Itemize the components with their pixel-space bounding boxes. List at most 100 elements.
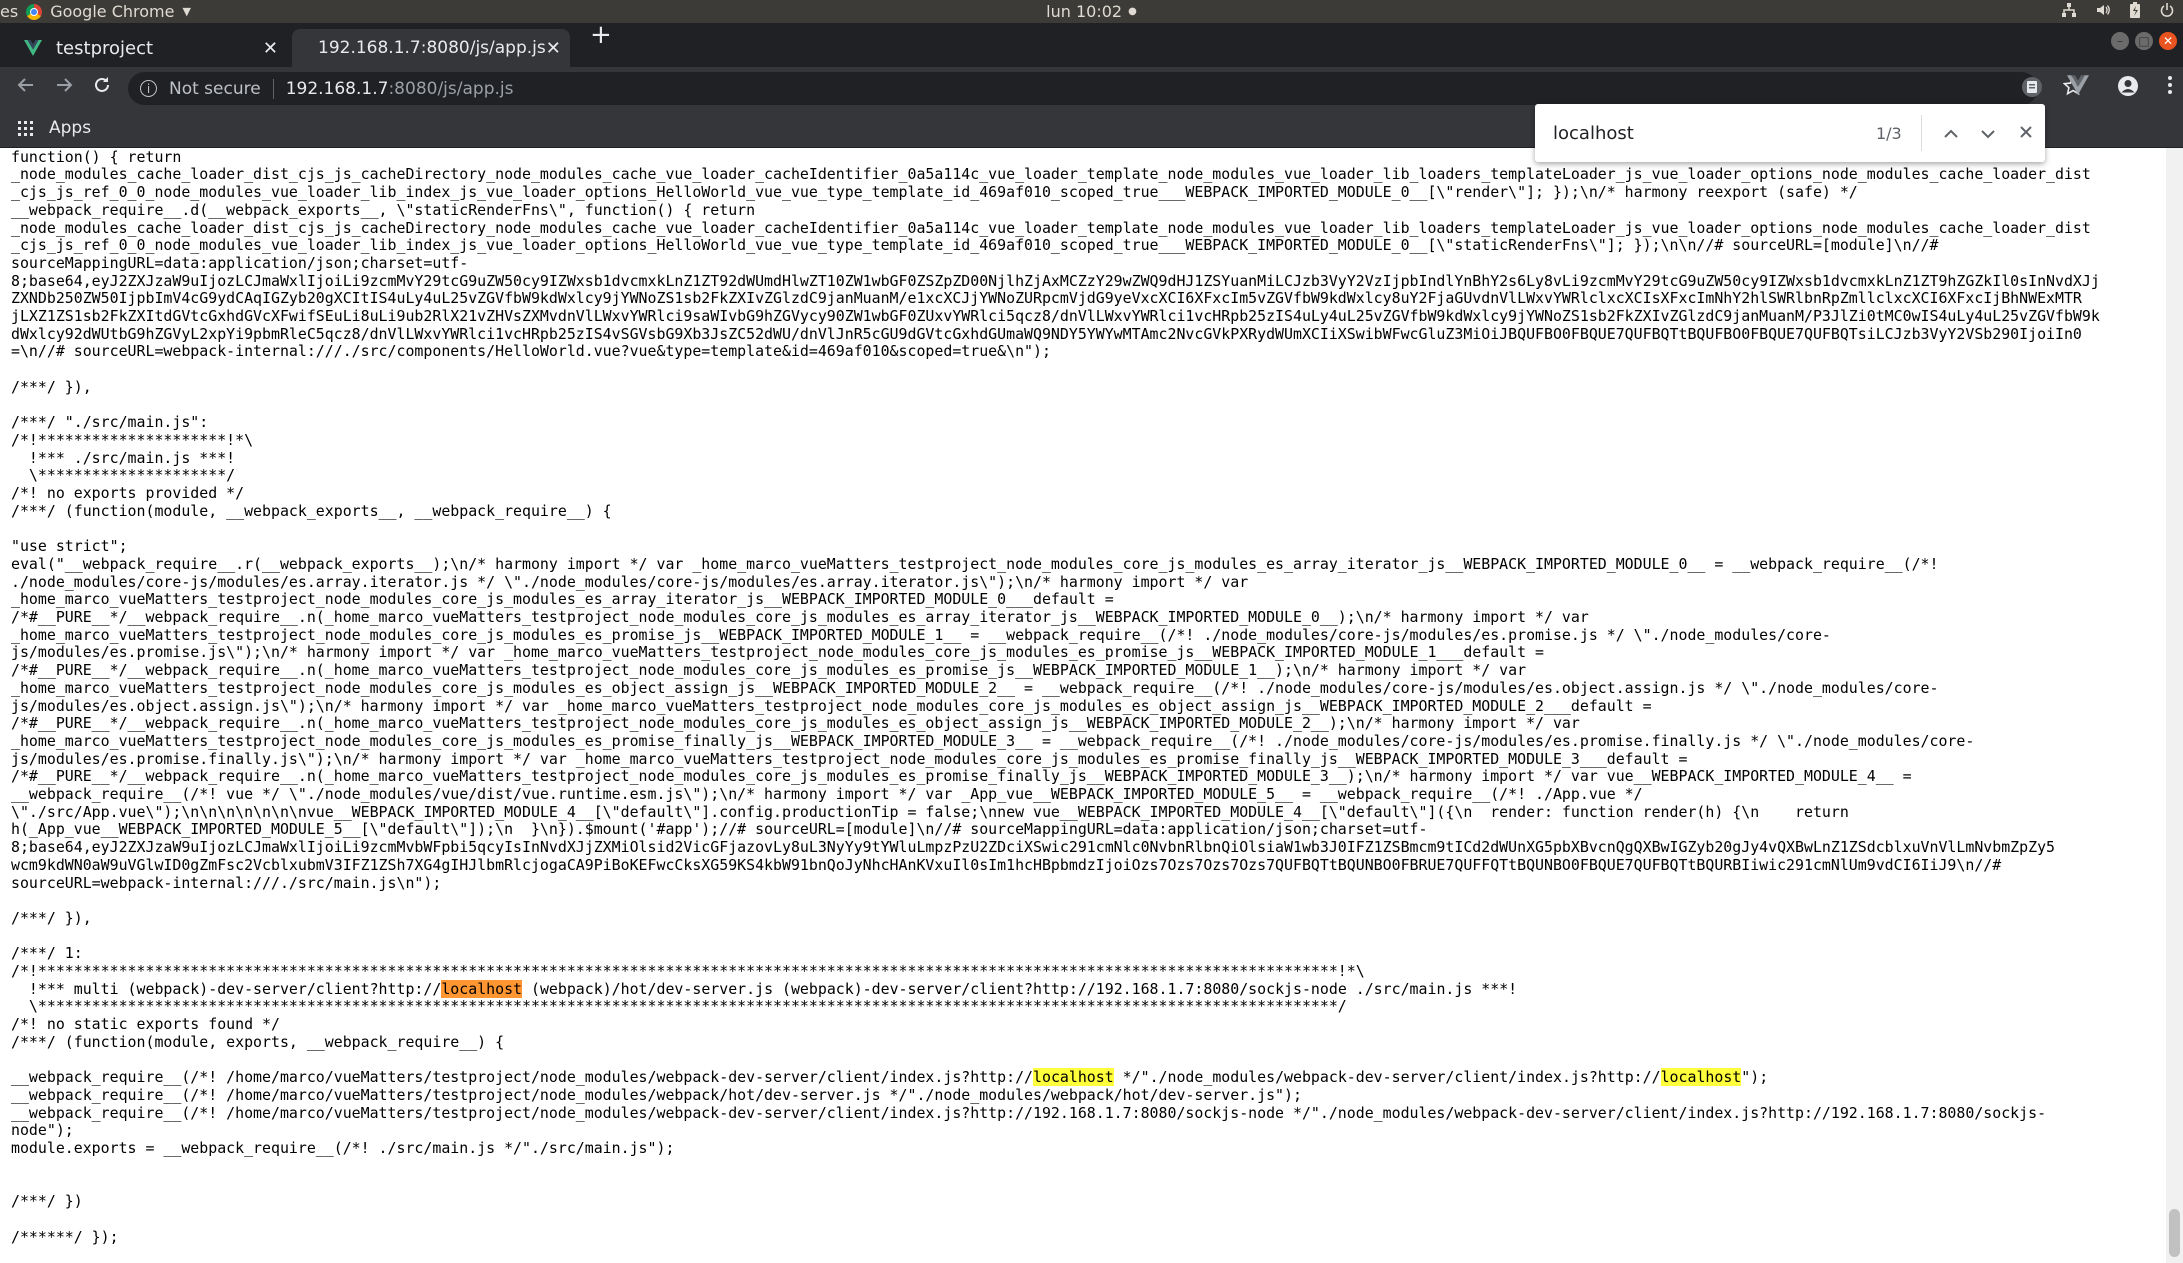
translate-icon[interactable] — [2021, 76, 2043, 103]
code-text: /******/ }); — [11, 1227, 119, 1246]
code-text: /*#__PURE__*/__webpack_require__.n(_home… — [11, 767, 1912, 786]
code-line: __webpack_require__.d(__webpack_exports_… — [11, 201, 755, 219]
tab-close-icon[interactable]: ✕ — [546, 38, 561, 59]
system-clock[interactable]: lun 10:02 ● — [1046, 0, 1137, 23]
app-menu-label[interactable]: Google Chrome — [50, 2, 174, 21]
find-next-chevron-down-icon[interactable] — [1969, 123, 2007, 144]
code-line: /***/ "./src/main.js": — [11, 413, 208, 431]
url-path[interactable]: :8080/js/app.js — [388, 79, 513, 99]
code-line: /***/ }), — [11, 909, 92, 927]
code-text: /***/ (function(module, exports, __webpa… — [11, 1032, 505, 1051]
maximize-window-icon[interactable]: □ — [2135, 32, 2153, 50]
code-line: __webpack_require__(/*! /home/marco/vueM… — [11, 1086, 1302, 1104]
minimize-window-icon[interactable]: – — [2111, 32, 2129, 50]
scrollbar-thumb[interactable] — [2169, 1209, 2180, 1257]
code-line: __webpack_require__(/*! vue */ \"./node_… — [11, 785, 1643, 803]
url-host[interactable]: 192.168.1.7 — [286, 79, 389, 99]
find-separator — [1920, 115, 1922, 151]
security-label[interactable]: Not secure — [169, 79, 261, 99]
code-line: sourceURL=webpack-internal:///./src/main… — [11, 874, 441, 892]
new-tab-plus-icon[interactable]: + — [590, 20, 612, 50]
kebab-menu-icon[interactable] — [2167, 75, 2173, 103]
reload-icon[interactable] — [92, 75, 112, 101]
app-menu-caret-icon[interactable]: ▼ — [182, 5, 190, 18]
code-line: 8;base64,eyJ2ZXJzaW9uIjozLCJmaWxlIjoiLi9… — [11, 272, 2100, 290]
code-text: sourceURL=webpack-internal:///./src/main… — [11, 873, 442, 892]
code-line: !*** ./src/main.js ***! — [11, 449, 235, 467]
code-line: js/modules/es.promise.js\");\n/* harmony… — [11, 643, 1545, 662]
code-text: /***/ }) — [11, 1192, 83, 1211]
code-text: dWxlcy92dWUtbG9hZGVyL2xpYi9pbmRleC5qcz8/… — [11, 324, 2082, 343]
code-text: __webpack_require__(/*! /home/marco/vueM… — [11, 1103, 2047, 1122]
code-text: sourceMappingURL=data:application/json;c… — [11, 253, 469, 272]
code-text: \***************************************… — [11, 997, 1347, 1016]
code-text: \"./src/App.vue\");\n\n\n\n\n\n\nvue__WE… — [11, 802, 1849, 821]
code-line: /*#__PURE__*/__webpack_require__.n(_home… — [11, 767, 1912, 785]
code-line: /***/ (function(module, __webpack_export… — [11, 502, 612, 520]
code-line: _home_marco_vueMatters_testproject_node_… — [11, 732, 1974, 750]
find-highlight: localhost — [1033, 1068, 1114, 1087]
code-line: /***/ 1: — [11, 944, 83, 962]
code-text: js/modules/es.object.assign.js\");\n/* h… — [11, 696, 1652, 715]
toolbar-right-icons — [2067, 75, 2173, 103]
code-line: __webpack_require__(/*! /home/marco/vueM… — [11, 1104, 2046, 1122]
find-input[interactable]: localhost — [1553, 123, 1876, 144]
code-text: _home_marco_vueMatters_testproject_node_… — [11, 678, 1939, 697]
code-text: __webpack_require__(/*! vue */ \"./node_… — [11, 785, 1643, 804]
system-tray[interactable] — [2061, 0, 2175, 23]
tab-strip: testproject ✕ 192.168.1.7:8080/js/app.js… — [0, 20, 2183, 67]
code-text: /*#__PURE__*/__webpack_require__.n(_home… — [11, 607, 1589, 626]
vue-favicon-icon — [24, 40, 42, 56]
code-line: dWxlcy92dWUtbG9hZGVyL2xpYi9pbmRleC5qcz8/… — [11, 325, 2082, 343]
vue-devtools-extension-icon[interactable] — [2067, 75, 2089, 103]
code-text: module.exports = __webpack_require__(/*!… — [11, 1139, 675, 1158]
volume-icon[interactable] — [2095, 2, 2111, 22]
code-text: ZXNDb250ZW50IjpbImV4cG9ydCAqIGZyb20gXCIt… — [11, 289, 2082, 308]
page-content[interactable]: _node_modules_cache_loader_dist_cjs_js_c… — [0, 148, 2166, 1263]
code-line: function() { return — [11, 148, 181, 166]
code-line: \*********************/ — [11, 466, 235, 485]
code-text: /***/ "./src/main.js": — [11, 413, 209, 432]
code-text: __webpack_require__(/*! /home/marco/vueM… — [11, 1068, 1034, 1087]
activities-fragment[interactable]: es — [0, 2, 18, 21]
code-text: */"./node_modules/webpack-dev-server/cli… — [1113, 1068, 1661, 1087]
code-text: js/modules/es.promise.js\");\n/* harmony… — [11, 643, 1545, 662]
code-text: eval("__webpack_require__.r(__webpack_ex… — [11, 554, 1939, 573]
find-previous-chevron-up-icon[interactable] — [1932, 123, 1970, 144]
tab-close-icon[interactable]: ✕ — [263, 38, 278, 59]
code-line: /***/ }), — [11, 378, 92, 396]
battery-icon[interactable] — [2129, 1, 2141, 22]
code-text: /*!*************************************… — [11, 962, 1365, 981]
close-window-icon[interactable]: ✕ — [2159, 32, 2177, 50]
code-line: 8;base64,eyJ2ZXJzaW9uIjozLCJmaWxlIjoiLi9… — [11, 838, 2055, 856]
account-icon[interactable] — [2117, 75, 2139, 103]
code-line: _home_marco_vueMatters_testproject_node_… — [11, 626, 1831, 644]
apps-grid-icon[interactable] — [18, 120, 33, 136]
find-highlight: localhost — [1660, 1068, 1742, 1087]
code-text: 8;base64,eyJ2ZXJzaW9uIjozLCJmaWxlIjoiLi9… — [11, 838, 2056, 857]
code-line: jLXZ1ZS1sb2FkZXItdGVtcGxhdGVcXFwifSEuLi8… — [11, 307, 2100, 325]
find-close-icon[interactable] — [2007, 123, 2045, 144]
back-arrow-icon[interactable] — [16, 75, 36, 101]
code-text: jLXZ1ZS1sb2FkZXItdGVtcGxhdGVcXFwifSEuLi8… — [11, 307, 2100, 326]
code-text: _home_marco_vueMatters_testproject_node_… — [11, 731, 1975, 750]
power-icon[interactable] — [2159, 2, 2175, 22]
apps-bookmark[interactable]: Apps — [49, 118, 91, 138]
code-text: _cjs_js_ref_0_0_node_modules_vue_loader_… — [11, 236, 1939, 255]
tab-app-js[interactable]: 192.168.1.7:8080/js/app.js ✕ — [292, 29, 570, 67]
code-line: __webpack_require__(/*! /home/marco/vueM… — [11, 1068, 1768, 1087]
code-line: /*! no static exports found */ — [11, 1015, 280, 1033]
forward-arrow-icon[interactable] — [54, 75, 74, 101]
code-line: /***/ }) — [11, 1192, 83, 1210]
vertical-scrollbar[interactable] — [2166, 148, 2183, 1263]
code-text: /***/ }), — [11, 908, 92, 927]
info-icon[interactable]: i — [140, 80, 157, 97]
omnibox[interactable]: i Not secure 192.168.1.7:8080/js/app.js — [128, 72, 2038, 105]
code-text: __webpack_require__.d(__webpack_exports_… — [11, 200, 756, 219]
network-icon[interactable] — [2061, 2, 2077, 22]
code-text: /***/ }), — [11, 377, 92, 396]
code-text: _node_modules_cache_loader_dist_cjs_js_c… — [11, 165, 2091, 184]
tab-testproject[interactable]: testproject ✕ — [12, 29, 290, 67]
code-text: /*! no exports provided */ — [11, 484, 245, 503]
code-text: !*** ./src/main.js ***! — [11, 448, 236, 467]
